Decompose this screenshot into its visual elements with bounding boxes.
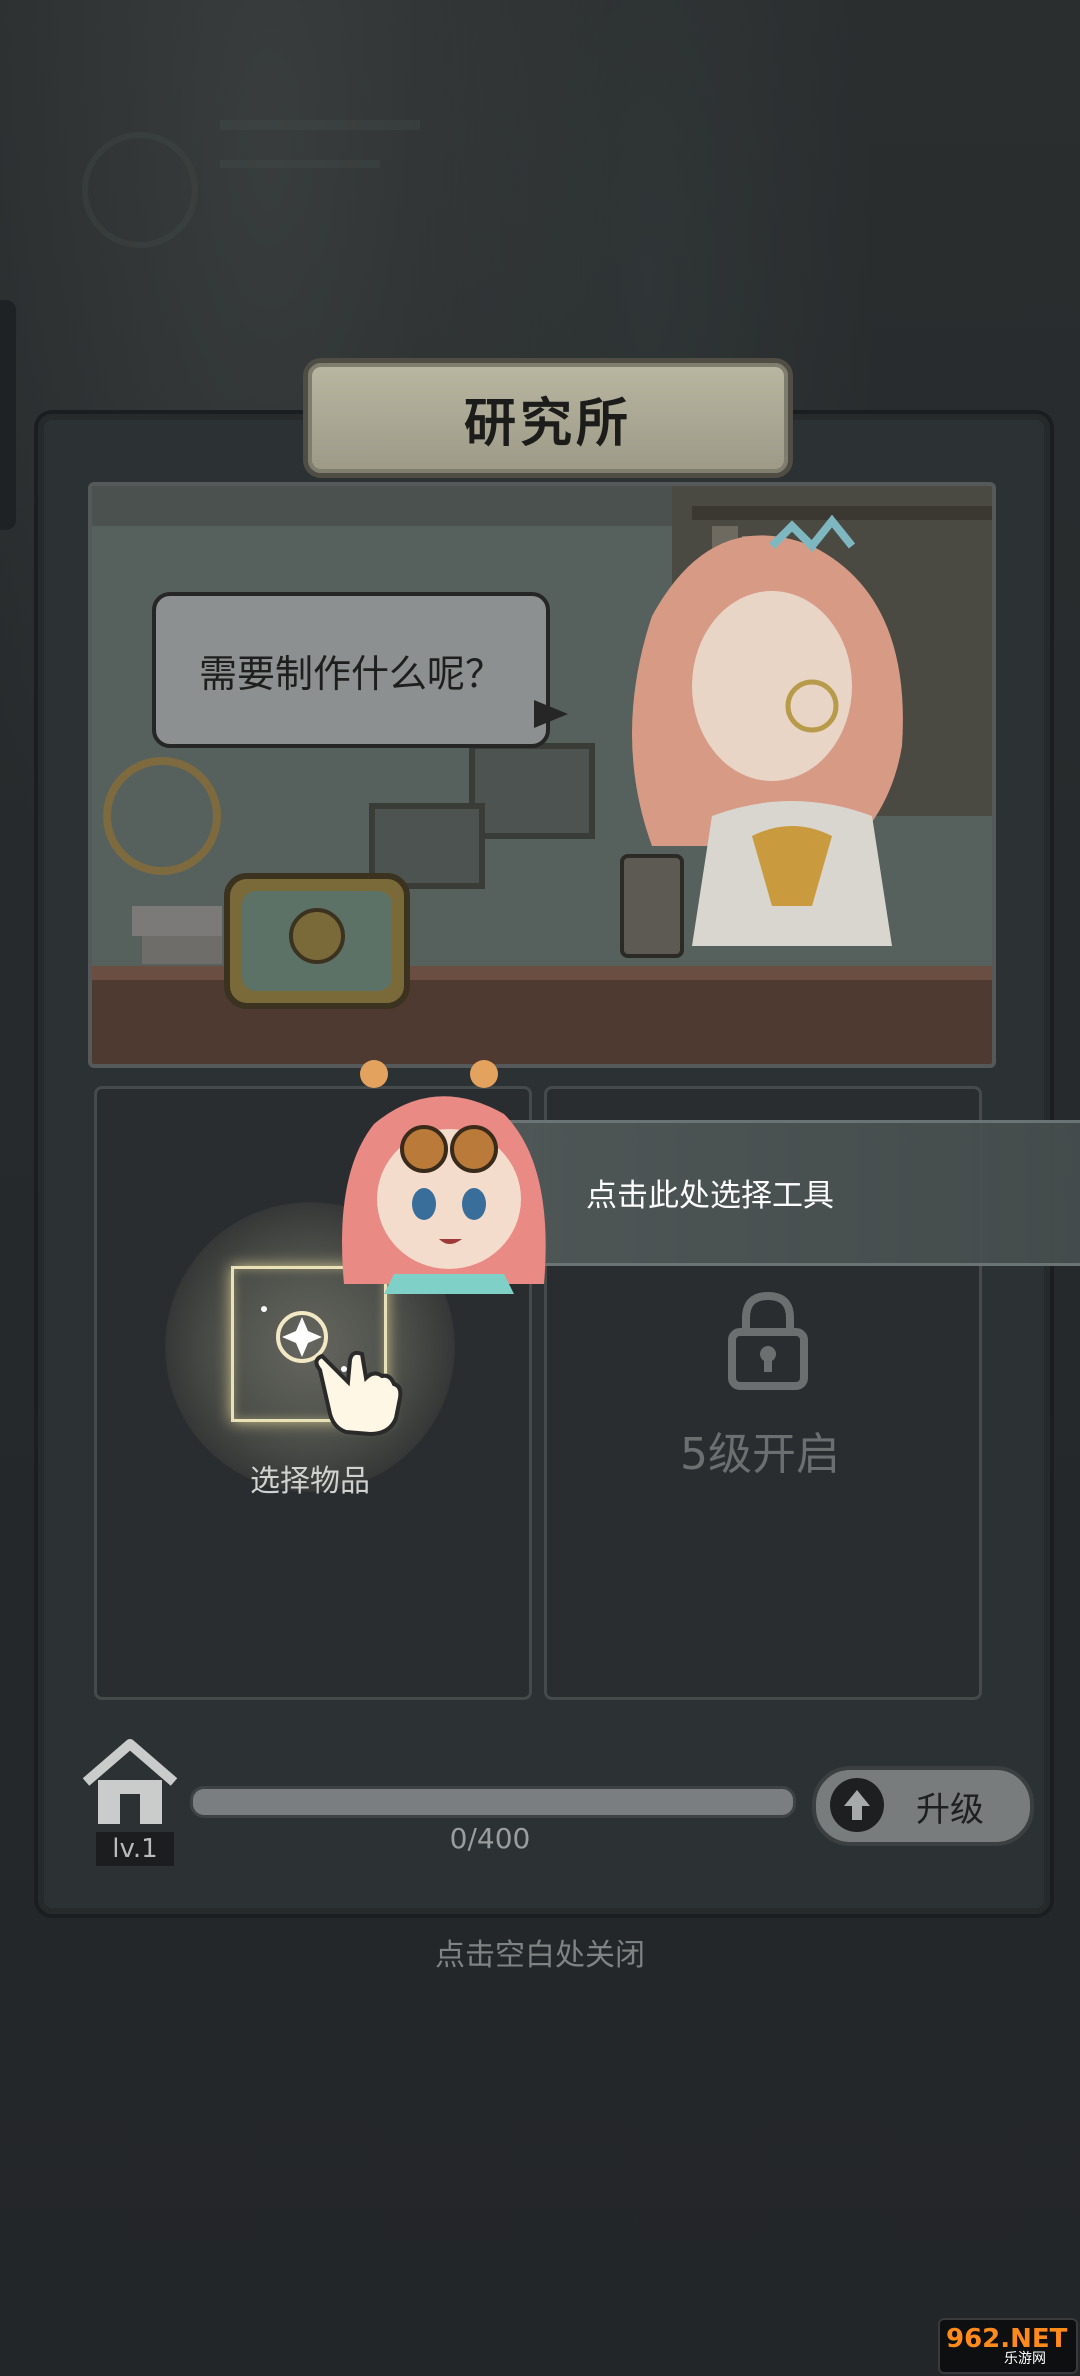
speech-bubble-tail (534, 700, 568, 728)
background-decoration (82, 120, 420, 248)
panel-title: 研究所 (463, 393, 632, 454)
speech-bubble: 需要制作什么呢？ (152, 592, 550, 748)
title-plaque: 研究所 (303, 358, 793, 478)
scene-art (92, 486, 992, 1064)
close-hint: 点击空白处关闭 (435, 1938, 645, 1973)
upgrade-button[interactable]: 升级 (812, 1766, 1034, 1846)
upgrade-label: 升级 (916, 1790, 984, 1830)
lock-icon (728, 1291, 808, 1390)
tutorial-text: 点击此处选择工具 (586, 1178, 834, 1214)
lab-scene-illustration (88, 482, 996, 1068)
pointing-hand-icon (314, 1350, 403, 1437)
level-label: lv.1 (96, 1832, 174, 1866)
guide-character-avatar (342, 1060, 546, 1294)
xp-progress-bar (190, 1786, 796, 1818)
side-tab[interactable] (0, 300, 16, 530)
house-icon[interactable] (78, 1738, 182, 1830)
select-item-label: 选择物品 (250, 1464, 370, 1499)
watermark-sub: 乐游网 (1004, 2351, 1046, 2367)
speech-text: 需要制作什么呢？ (198, 651, 503, 696)
unlock-requirement: 5级开启 (680, 1429, 840, 1480)
xp-progress-text: 0/400 (449, 1822, 531, 1855)
arrow-up-icon (830, 1778, 884, 1832)
site-watermark: 962.NET 乐游网 (938, 2318, 1078, 2374)
